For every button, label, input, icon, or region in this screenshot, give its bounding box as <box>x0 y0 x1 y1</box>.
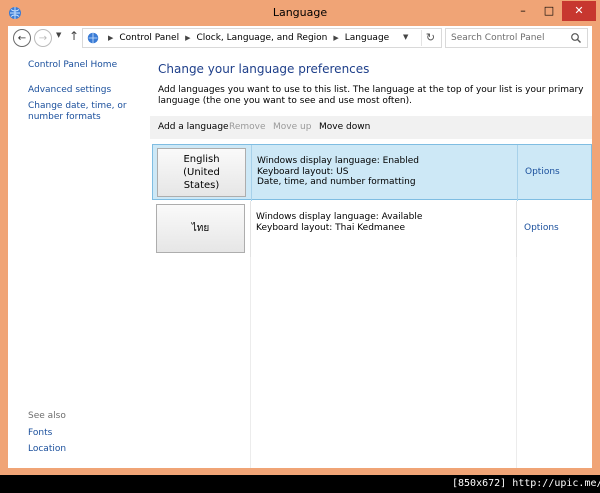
page-title: Change your language preferences <box>158 62 370 76</box>
display-language-status: Windows display language: Enabled <box>257 156 420 166</box>
display-language-status: Windows display language: Available <box>256 212 423 222</box>
breadcrumb: ▶ Control Panel ▶ Clock, Language, and R… <box>102 29 389 47</box>
language-row-thai[interactable]: ไทย Windows display language: Available … <box>152 201 592 257</box>
chevron-right-icon: ▶ <box>108 34 114 42</box>
change-date-formats-link[interactable]: Change date, time, or number formats <box>28 101 148 123</box>
options-link[interactable]: Options <box>524 223 559 233</box>
search-input[interactable] <box>447 30 565 46</box>
search-box <box>445 28 588 48</box>
language-row-english[interactable]: English (United States) Windows display … <box>152 144 592 201</box>
address-bar[interactable]: ▶ Control Panel ▶ Clock, Language, and R… <box>82 28 442 48</box>
main-panel: Change your language preferences Add lan… <box>150 50 592 468</box>
chevron-down-icon: ▼ <box>56 31 62 39</box>
address-history-button[interactable]: ▼ <box>403 33 408 41</box>
column-divider <box>516 201 517 257</box>
fonts-link[interactable]: Fonts <box>28 428 52 439</box>
column-divider <box>250 257 251 468</box>
language-info: Windows display language: Enabled Keyboa… <box>257 156 419 188</box>
breadcrumb-control-panel[interactable]: Control Panel <box>119 33 179 43</box>
column-divider <box>516 257 517 468</box>
sidebar: Control Panel Home Advanced settings Cha… <box>8 50 149 468</box>
arrow-left-icon: ← <box>17 32 27 44</box>
minimize-button[interactable]: – <box>510 1 536 21</box>
close-button[interactable]: ✕ <box>562 1 596 21</box>
search-icon[interactable] <box>570 32 582 44</box>
column-divider <box>251 145 252 201</box>
recent-locations-button[interactable]: ▼ <box>56 31 61 39</box>
content-area: Control Panel Home Advanced settings Cha… <box>8 50 592 468</box>
breadcrumb-language[interactable]: Language <box>345 33 389 43</box>
language-window: Language – □ ✕ ← → ▼ ↑ ▶ Control Panel ▶ <box>0 0 600 475</box>
move-up-button[interactable]: Move up <box>273 122 311 132</box>
keyboard-layout: Keyboard layout: US <box>257 166 349 177</box>
back-button[interactable]: ← <box>13 29 31 47</box>
column-divider <box>250 201 251 257</box>
forward-button[interactable]: → <box>34 29 52 47</box>
move-down-button[interactable]: Move down <box>319 122 370 132</box>
chevron-down-icon: ▼ <box>403 33 409 41</box>
up-button[interactable]: ↑ <box>69 29 79 43</box>
advanced-settings-link[interactable]: Advanced settings <box>28 85 111 96</box>
language-toolbar: Add a language Remove Move up Move down <box>150 116 592 139</box>
arrow-right-icon: → <box>38 32 48 44</box>
column-divider <box>517 145 518 201</box>
arrow-up-icon: ↑ <box>69 29 80 43</box>
remove-button[interactable]: Remove <box>229 122 266 132</box>
chevron-right-icon[interactable]: ▶ <box>333 34 338 42</box>
title-bar[interactable]: Language – □ ✕ <box>0 0 600 26</box>
control-panel-home-link[interactable]: Control Panel Home <box>28 60 117 71</box>
see-also-label: See also <box>28 411 66 421</box>
maximize-button[interactable]: □ <box>536 1 562 21</box>
language-tile[interactable]: ไทย <box>156 204 245 253</box>
breadcrumb-clock-language-region[interactable]: Clock, Language, and Region <box>196 33 327 43</box>
refresh-icon: ↻ <box>425 31 436 44</box>
image-watermark: [850x672] http://upic.me/ <box>452 478 600 489</box>
formatting-status: Date, time, and number formatting <box>257 177 416 187</box>
control-panel-icon <box>87 32 99 44</box>
navigation-bar: ← → ▼ ↑ ▶ Control Panel ▶ Clock, Languag… <box>8 26 592 50</box>
chevron-right-icon[interactable]: ▶ <box>185 34 190 42</box>
options-link[interactable]: Options <box>525 167 560 177</box>
page-description: Add languages you want to use to this li… <box>158 85 584 106</box>
refresh-button[interactable]: ↻ <box>421 30 439 46</box>
add-language-button[interactable]: Add a language <box>158 122 229 132</box>
keyboard-layout: Keyboard layout: Thai Kedmanee <box>256 222 405 233</box>
location-link[interactable]: Location <box>28 444 66 455</box>
language-info: Windows display language: Available Keyb… <box>256 212 422 233</box>
language-tile[interactable]: English (United States) <box>157 148 246 197</box>
